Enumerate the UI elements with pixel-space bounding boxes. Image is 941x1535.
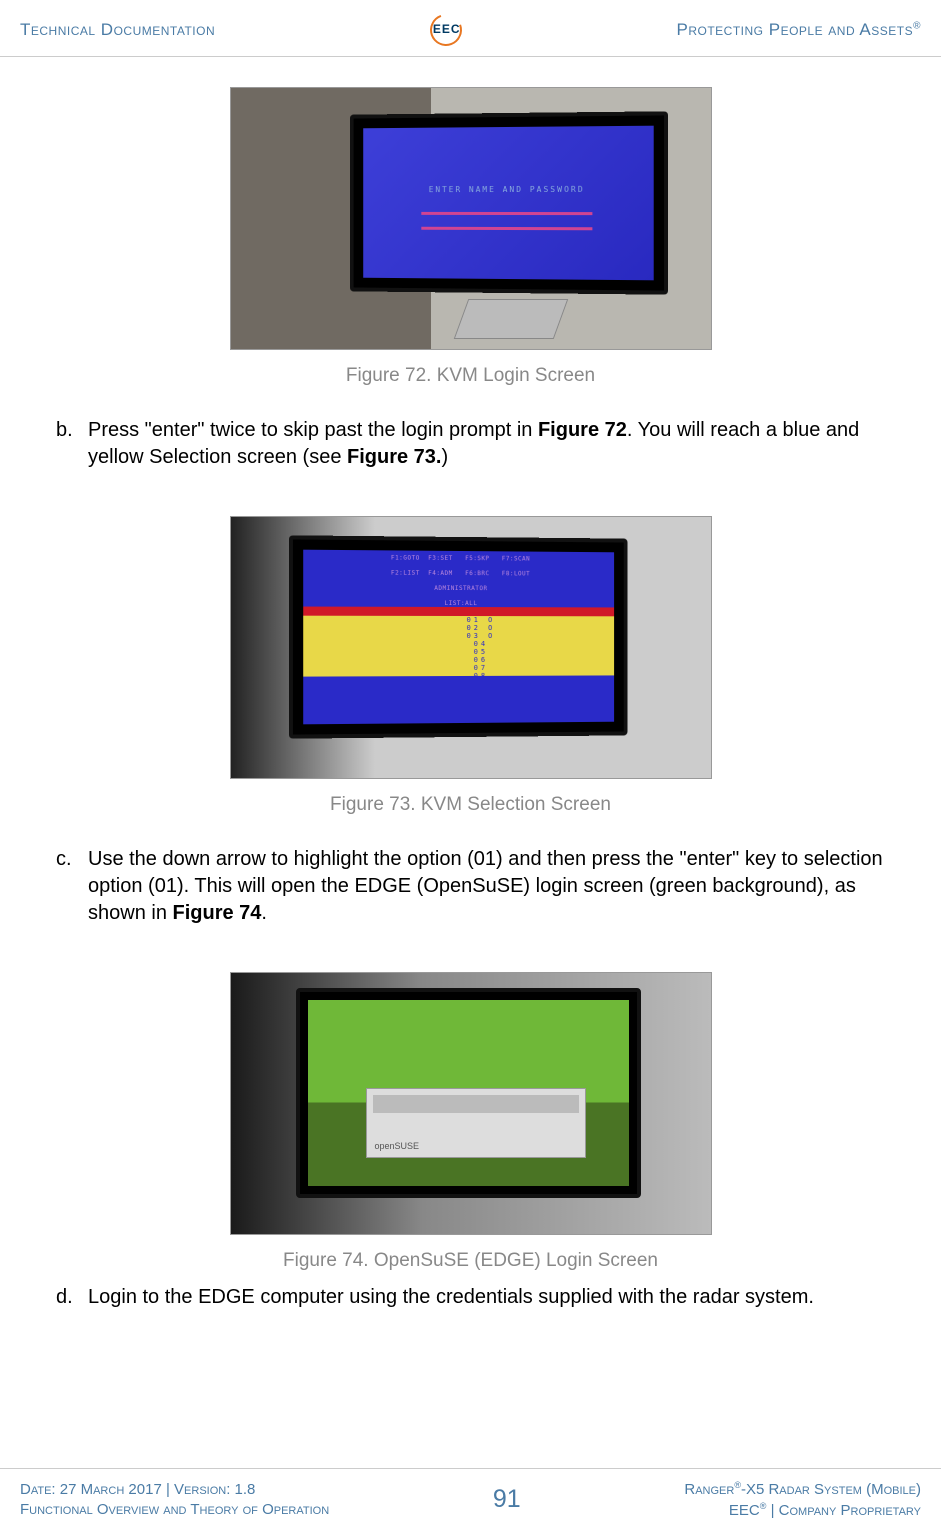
step-c: c. Use the down arrow to highlight the o… — [56, 846, 911, 927]
footer-right: Ranger®-X5 Radar System (Mobile) EEC® | … — [684, 1479, 921, 1522]
step-d-body: Login to the EDGE computer using the cre… — [88, 1284, 911, 1311]
figure-72-image: ENTER NAME AND PASSWORD — [230, 87, 712, 350]
footer-left: Date: 27 March 2017 | Version: 1.8 Funct… — [20, 1480, 329, 1521]
step-b-body: Press "enter" twice to skip past the log… — [88, 417, 911, 471]
page-number: 91 — [493, 1485, 521, 1514]
figure-74-image: openSUSE — [230, 972, 712, 1235]
figure-74: openSUSE Figure 74. OpenSuSE (EDGE) Logi… — [30, 972, 911, 1272]
figure-73: F1:GOTO F3:SET F5:SKP F7:SCAN F2:LIST F4… — [30, 516, 911, 816]
step-d-letter: d. — [56, 1284, 88, 1311]
page-header: Technical Documentation EEC Protecting P… — [0, 0, 941, 57]
header-left-text: Technical Documentation — [20, 20, 215, 40]
kvm-selection-list: 01 O 02 O 03 O 04 05 06 07 08 — [303, 616, 614, 677]
eec-logo: EEC — [421, 12, 471, 48]
step-b-letter: b. — [56, 417, 88, 471]
figure-73-caption: Figure 73. KVM Selection Screen — [30, 794, 911, 816]
figure-72: ENTER NAME AND PASSWORD Figure 72. KVM L… — [30, 87, 911, 387]
step-d: d. Login to the EDGE computer using the … — [56, 1284, 911, 1311]
step-b: b. Press "enter" twice to skip past the … — [56, 417, 911, 471]
header-right-text: Protecting People and Assets® — [677, 20, 922, 40]
logo-text: EEC — [433, 22, 461, 36]
figure-74-caption: Figure 74. OpenSuSE (EDGE) Login Screen — [30, 1250, 911, 1272]
kvm-login-prompt: ENTER NAME AND PASSWORD — [363, 185, 653, 194]
step-c-body: Use the down arrow to highlight the opti… — [88, 846, 911, 927]
step-c-letter: c. — [56, 846, 88, 927]
page-footer: Date: 27 March 2017 | Version: 1.8 Funct… — [0, 1468, 941, 1535]
figure-72-caption: Figure 72. KVM Login Screen — [30, 365, 911, 387]
figure-73-image: F1:GOTO F3:SET F5:SKP F7:SCAN F2:LIST F4… — [230, 516, 712, 779]
opensuse-login-box: openSUSE — [366, 1088, 586, 1158]
page-content: ENTER NAME AND PASSWORD Figure 72. KVM L… — [0, 57, 941, 1311]
